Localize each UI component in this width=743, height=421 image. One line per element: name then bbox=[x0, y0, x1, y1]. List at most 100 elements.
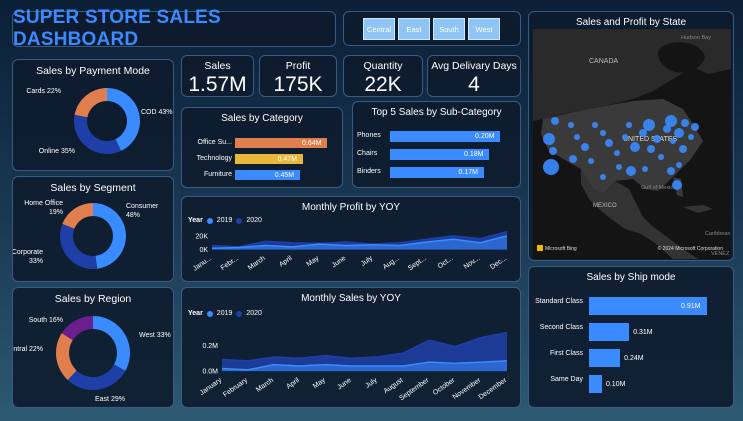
map-state-bubble[interactable] bbox=[568, 122, 574, 128]
region-slice-1[interactable] bbox=[67, 364, 126, 390]
sales-legend-2019-label: 2019 bbox=[216, 310, 233, 317]
kpi-profit-label: Profit bbox=[285, 60, 311, 72]
sales-xtick-0: January bbox=[199, 377, 224, 397]
map-state-bubble[interactable] bbox=[674, 128, 684, 138]
monthly-sales-panel: Monthly Sales by YOY Year 2019 2020 0.2M… bbox=[181, 287, 521, 408]
map-state-bubble[interactable] bbox=[569, 155, 577, 163]
payment-label-1: Online 35% bbox=[39, 148, 75, 155]
payment-label-2: Cards 22% bbox=[26, 88, 61, 95]
category-panel: Sales by Category Office Su... 0.64M Techn… bbox=[181, 107, 343, 188]
map-state-bubble[interactable] bbox=[614, 150, 620, 156]
region-slice-2[interactable] bbox=[56, 333, 77, 380]
region-donut: West 33% East 29% Central 22% South 16% bbox=[13, 316, 171, 403]
profit-xtick-5: June bbox=[331, 255, 348, 270]
sales-xtick-11: December bbox=[478, 377, 509, 402]
map-state-bubble[interactable] bbox=[616, 164, 622, 170]
category-label-0: Office Su... bbox=[197, 139, 233, 146]
segment-pct-1: 33% bbox=[29, 258, 43, 265]
region-slice-0[interactable] bbox=[93, 316, 130, 371]
category-title: Sales by Category bbox=[221, 113, 303, 124]
map-state-bubble[interactable] bbox=[581, 143, 589, 151]
map-state-bubble[interactable] bbox=[630, 142, 640, 152]
map-state-bubble[interactable] bbox=[643, 119, 655, 131]
payment-donut: COD 43% Online 35% Cards 22% bbox=[26, 88, 173, 155]
map-title: Sales and Profit by State bbox=[575, 17, 687, 28]
map-label-caribbean: Caribbean Sea bbox=[705, 231, 731, 237]
subcategory-label-0: Phones bbox=[357, 132, 381, 139]
segment-label-1: Corporate bbox=[13, 249, 43, 256]
slicer-west-button[interactable]: West bbox=[468, 18, 500, 40]
sales-legend-title: Year bbox=[188, 310, 203, 317]
payment-slice-2[interactable] bbox=[74, 88, 107, 118]
region-panel: Sales by Region West 33%East 29%Central … bbox=[12, 287, 174, 408]
monthly-profit-panel: Monthly Profit by YOY Year 2019 2020 20K… bbox=[181, 196, 521, 282]
profit-xtick-9: Oct... bbox=[437, 255, 455, 270]
profit-xtick-8: Sept... bbox=[407, 255, 428, 272]
bing-icon bbox=[537, 245, 543, 251]
map-state-bubble[interactable] bbox=[600, 174, 606, 180]
map-state-bubble[interactable] bbox=[653, 135, 661, 143]
map-state-bubble[interactable] bbox=[665, 115, 677, 127]
map-state-bubble[interactable] bbox=[549, 147, 557, 155]
payment-mode-panel: Sales by Payment Mode COD 43% Online 35% C… bbox=[12, 59, 174, 171]
map-state-bubble[interactable] bbox=[676, 162, 682, 168]
map-state-bubble[interactable] bbox=[667, 167, 675, 175]
map-state-bubble[interactable] bbox=[543, 159, 559, 175]
subcategory-value-1: 0.18M bbox=[464, 151, 484, 158]
sales-legend: Year 2019 2020 bbox=[188, 310, 262, 317]
map-state-bubble[interactable] bbox=[670, 138, 676, 144]
segment-label-2: Home Office bbox=[24, 200, 63, 207]
shipmode-bar-3[interactable] bbox=[589, 375, 602, 393]
subcategory-value-0: 0.20M bbox=[475, 133, 495, 140]
map-state-bubble[interactable] bbox=[691, 123, 699, 131]
map-state-bubble[interactable] bbox=[626, 166, 636, 176]
sales-xtick-1: February bbox=[222, 377, 249, 399]
category-label-1: Technology bbox=[196, 155, 232, 162]
payment-slice-1[interactable] bbox=[74, 114, 122, 154]
map-state-bubble[interactable] bbox=[647, 145, 655, 153]
map-state-bubble[interactable] bbox=[672, 180, 682, 190]
map-state-bubble[interactable] bbox=[574, 134, 580, 140]
kpi-sales-value: 1.57M bbox=[188, 73, 247, 96]
kpi-quantity-card: Quantity 22K bbox=[343, 55, 423, 97]
map-state-bubble[interactable] bbox=[600, 130, 606, 136]
slicer-central-button[interactable]: Central bbox=[363, 18, 395, 40]
shipmode-value-0: 0.91M bbox=[681, 302, 701, 310]
map-state-bubble[interactable] bbox=[639, 129, 647, 137]
slicer-south-button[interactable]: South bbox=[433, 18, 465, 40]
category-value-2: 0.45M bbox=[274, 171, 295, 179]
monthly-profit-title: Monthly Profit by YOY bbox=[301, 202, 401, 213]
shipmode-bar-2[interactable] bbox=[589, 349, 621, 367]
sales-ytick-1: 0.0M bbox=[202, 369, 218, 376]
profit-xtick-3: April bbox=[278, 255, 294, 269]
kpi-quantity-value: 22K bbox=[364, 73, 402, 96]
profit-ytick-1: 0K bbox=[199, 247, 208, 254]
segment-slice-1[interactable] bbox=[60, 223, 98, 269]
sales-xtick-3: April bbox=[285, 377, 301, 391]
map-state-bubble[interactable] bbox=[642, 166, 648, 172]
shipmode-panel: Sales by Ship mode Standard Class 0.91M Se… bbox=[528, 266, 734, 408]
map-state-bubble[interactable] bbox=[592, 122, 598, 128]
region-label-0: West 33% bbox=[139, 332, 171, 339]
map-state-bubble[interactable] bbox=[626, 122, 632, 128]
subcategory-label-1: Chairs bbox=[357, 150, 378, 157]
segment-slice-0[interactable] bbox=[93, 203, 127, 269]
map-state-bubble[interactable] bbox=[688, 134, 694, 140]
segment-slice-2[interactable] bbox=[62, 203, 93, 229]
map-state-bubble[interactable] bbox=[588, 158, 594, 164]
map-state-bubble[interactable] bbox=[658, 154, 664, 160]
segment-panel: Sales by Segment Consumer 48% Corporate 33%… bbox=[12, 176, 174, 282]
map-state-bubble[interactable] bbox=[679, 145, 687, 153]
slicer-east-button[interactable]: East bbox=[398, 18, 430, 40]
map-state-bubble[interactable] bbox=[681, 119, 689, 127]
map-state-bubble[interactable] bbox=[551, 117, 559, 125]
map-panel: Sales and Profit by State CANADA UNITED S… bbox=[528, 11, 734, 261]
shipmode-bar-1[interactable] bbox=[589, 323, 630, 341]
state-bubble-map[interactable]: CANADA UNITED STATES MEXICO Hudson Bay Gulf … bbox=[533, 29, 731, 259]
map-label-gulf: Gulf of Mexico bbox=[641, 185, 676, 191]
kpi-delivery-card: Avg Delivary Days 4 bbox=[427, 55, 521, 97]
map-state-bubble[interactable] bbox=[605, 139, 613, 147]
sales-xtick-6: July bbox=[364, 377, 379, 390]
map-state-bubble[interactable] bbox=[543, 133, 555, 145]
map-state-bubble[interactable] bbox=[622, 134, 628, 140]
